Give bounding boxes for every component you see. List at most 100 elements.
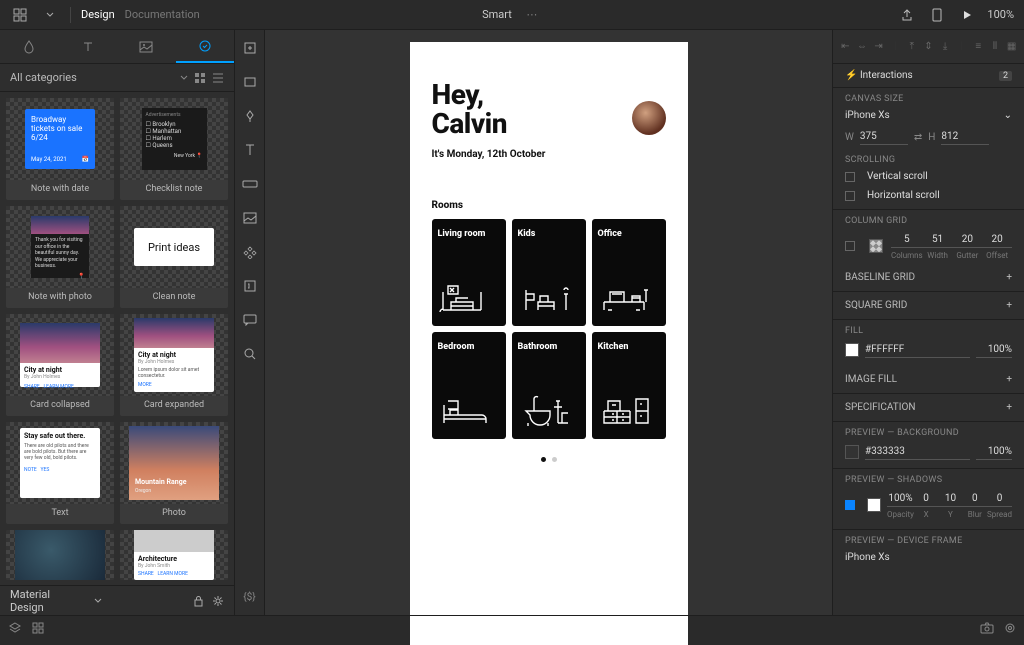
- canvas[interactable]: Hey, Calvin It's Monday, 12th October Ro…: [265, 30, 832, 615]
- left-tab-image[interactable]: [117, 30, 176, 63]
- app-menu-icon[interactable]: [10, 5, 30, 25]
- device-select[interactable]: iPhone Xs: [845, 110, 998, 121]
- align-left-icon[interactable]: ⇤: [838, 41, 852, 52]
- grid-view-icon[interactable]: [194, 72, 206, 84]
- align-center-h-icon[interactable]: ⇔: [855, 41, 869, 52]
- input-icon[interactable]: [240, 276, 260, 296]
- chevron-down-icon[interactable]: ⌄: [1004, 110, 1012, 121]
- grid-color-swatch[interactable]: [869, 239, 883, 253]
- search-icon[interactable]: [240, 344, 260, 364]
- image-icon[interactable]: [240, 208, 260, 228]
- horizontal-scroll-checkbox[interactable]: [845, 191, 855, 201]
- shadow-x-input[interactable]: 0: [914, 491, 938, 507]
- align-bottom-icon[interactable]: ⤓: [938, 41, 952, 52]
- plus-icon[interactable]: +: [1006, 272, 1012, 283]
- library-select[interactable]: Material Design: [10, 588, 86, 614]
- room-card[interactable]: Kitchen: [592, 332, 666, 439]
- component-card[interactable]: [6, 530, 114, 580]
- token-icon[interactable]: {$}: [240, 587, 260, 607]
- shadow-color-swatch[interactable]: [867, 498, 881, 512]
- grid-cols-input[interactable]: 5: [891, 232, 923, 248]
- room-card[interactable]: Office: [592, 219, 666, 326]
- plus-icon[interactable]: +: [1006, 300, 1012, 311]
- preview-bg-color-input[interactable]: #333333: [865, 444, 970, 460]
- room-card[interactable]: Living room: [432, 219, 506, 326]
- component-card[interactable]: Print ideas Clean note: [120, 206, 228, 308]
- share-icon[interactable]: [897, 5, 917, 25]
- pen-icon[interactable]: [240, 106, 260, 126]
- camera-icon[interactable]: [980, 622, 994, 634]
- shadow-checkbox[interactable]: [845, 500, 855, 510]
- gear-icon[interactable]: [212, 595, 224, 607]
- room-card[interactable]: Bedroom: [432, 332, 506, 439]
- lock-icon[interactable]: [193, 595, 204, 607]
- add-frame-icon[interactable]: [240, 38, 260, 58]
- preview-bg-swatch[interactable]: [845, 445, 859, 459]
- device-icon[interactable]: [927, 5, 947, 25]
- artboard[interactable]: Hey, Calvin It's Monday, 12th October Ro…: [410, 42, 688, 645]
- fill-opacity-input[interactable]: 100%: [976, 342, 1012, 358]
- play-icon[interactable]: [957, 5, 977, 25]
- grid-gutter-input[interactable]: 20: [952, 232, 982, 248]
- component-card[interactable]: Stay safe out there.There are old pilots…: [6, 422, 114, 524]
- width-input[interactable]: [860, 129, 908, 145]
- room-card[interactable]: Bathroom: [512, 332, 586, 439]
- thumb-caption: Checklist note: [146, 180, 203, 200]
- fill-color-input[interactable]: #FFFFFF: [865, 342, 970, 358]
- text-icon[interactable]: [240, 140, 260, 160]
- interactions-header[interactable]: ⚡ Interactions 2: [833, 64, 1024, 88]
- plus-icon[interactable]: +: [1006, 402, 1012, 413]
- baseline-grid-accordion[interactable]: BASELINE GRID+: [833, 264, 1024, 292]
- shadow-spread-input[interactable]: 0: [987, 491, 1012, 507]
- left-tab-color[interactable]: [0, 30, 59, 63]
- align-center-v-icon[interactable]: ⇕: [921, 41, 935, 52]
- component-card[interactable]: City at nightBy John HolmesSHARE LEARN M…: [6, 314, 114, 416]
- preview-device-select[interactable]: iPhone Xs: [845, 552, 1012, 563]
- component-icon[interactable]: [240, 242, 260, 262]
- align-top-icon[interactable]: ⤒: [905, 41, 919, 52]
- square-grid-accordion[interactable]: SQUARE GRID+: [833, 292, 1024, 320]
- component-card[interactable]: Thank you for visiting our office in the…: [6, 206, 114, 308]
- component-card[interactable]: Mountain RangeOregon Photo: [120, 422, 228, 524]
- component-card[interactable]: Broadway tickets on sale 6/24May 24, 202…: [6, 98, 114, 200]
- zoom-level[interactable]: 100%: [987, 8, 1014, 21]
- tab-documentation[interactable]: Documentation: [125, 8, 200, 21]
- category-select[interactable]: All categories: [10, 71, 174, 84]
- vertical-scroll-checkbox[interactable]: [845, 172, 855, 182]
- component-card[interactable]: Advertisements☐ Brooklyn☐ Manhattan☐ Har…: [120, 98, 228, 200]
- shadow-y-input[interactable]: 10: [938, 491, 962, 507]
- column-grid-checkbox[interactable]: [845, 241, 855, 251]
- rectangle-icon[interactable]: [240, 72, 260, 92]
- align-right-icon[interactable]: ⇥: [872, 41, 886, 52]
- distribute-v-icon[interactable]: ⫴: [988, 41, 1002, 52]
- chevron-down-icon[interactable]: [40, 5, 60, 25]
- distribute-h-icon[interactable]: ≡: [971, 41, 985, 52]
- chevron-down-icon[interactable]: [94, 597, 102, 605]
- left-tab-components[interactable]: [176, 30, 235, 63]
- chevron-down-icon[interactable]: [180, 74, 188, 82]
- fill-swatch[interactable]: [845, 343, 859, 357]
- grid-width-input[interactable]: 51: [923, 232, 953, 248]
- component-card[interactable]: ArchitectureBy John SmithSHARE LEARN MOR…: [120, 530, 228, 580]
- preview-bg-opacity-input[interactable]: 100%: [976, 444, 1012, 460]
- specification-accordion[interactable]: SPECIFICATION+: [833, 394, 1024, 422]
- component-card[interactable]: City at nightBy John HolmesLorem ipsum d…: [120, 314, 228, 416]
- swap-icon[interactable]: ⇄: [914, 132, 922, 143]
- grid-offset-input[interactable]: 20: [982, 232, 1012, 248]
- shadow-opacity-input[interactable]: 100%: [887, 491, 914, 507]
- room-card[interactable]: Kids: [512, 219, 586, 326]
- list-view-icon[interactable]: [212, 72, 224, 84]
- tidy-icon[interactable]: ▦: [1005, 41, 1019, 52]
- image-fill-accordion[interactable]: IMAGE FILL+: [833, 366, 1024, 394]
- button-icon[interactable]: [240, 174, 260, 194]
- height-input[interactable]: [941, 129, 989, 145]
- tab-design[interactable]: Design: [81, 8, 115, 21]
- comment-icon[interactable]: [240, 310, 260, 330]
- left-tab-text[interactable]: [59, 30, 118, 63]
- plus-icon[interactable]: +: [1006, 374, 1012, 385]
- layers-icon[interactable]: [8, 621, 22, 635]
- grid-icon[interactable]: [32, 622, 44, 634]
- title-more-icon[interactable]: ⋯: [522, 5, 542, 25]
- target-icon[interactable]: [1004, 622, 1016, 634]
- shadow-blur-input[interactable]: 0: [963, 491, 987, 507]
